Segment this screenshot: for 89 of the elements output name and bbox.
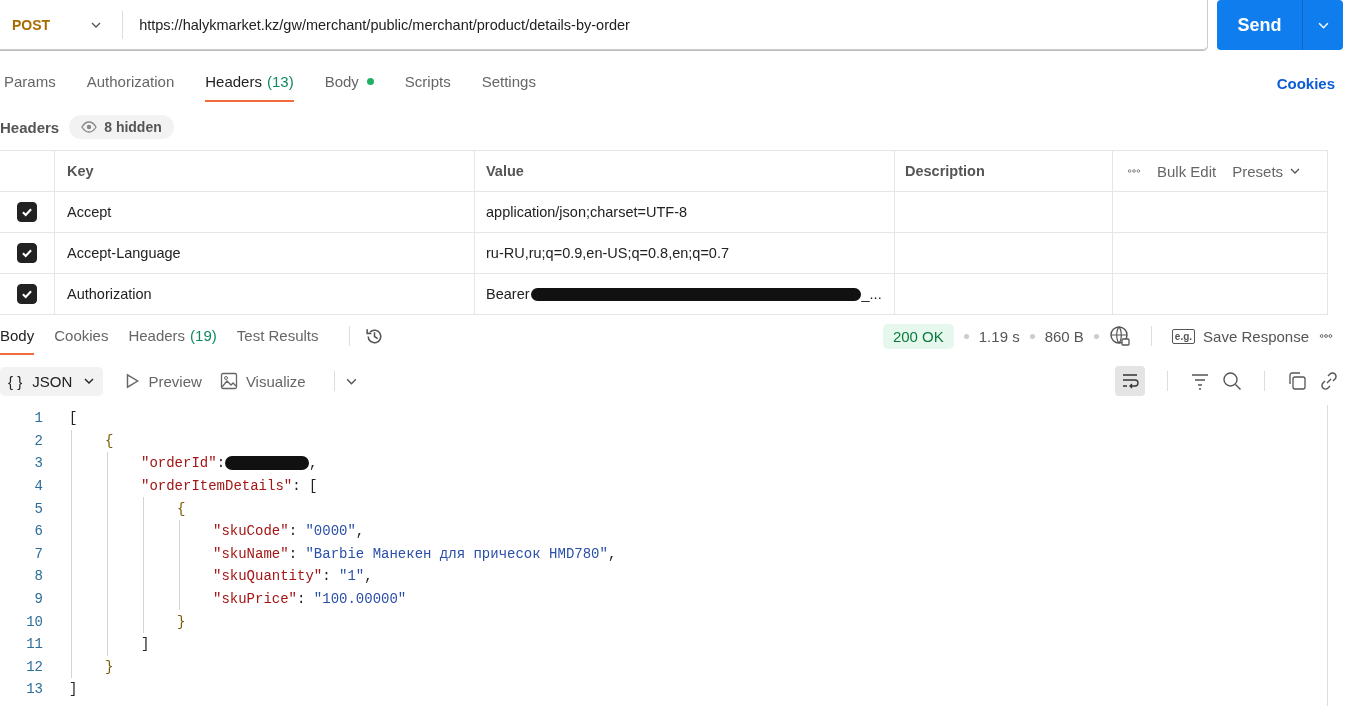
checkbox[interactable] [17, 202, 37, 222]
section-title: Headers [0, 118, 60, 136]
code-token: , [355, 523, 365, 540]
checkbox[interactable] [17, 284, 37, 304]
code-token: "skuName" [213, 545, 289, 562]
line-number: 4 [33, 478, 43, 495]
code-token: , [309, 455, 318, 472]
line-number: 9 [33, 591, 43, 608]
globe-lock-icon[interactable] [1108, 325, 1131, 347]
response-tab[interactable]: Cookies [54, 317, 109, 355]
line-number: 8 [33, 568, 43, 585]
code-token: "Barbie Манекен для причесок HMD780" [305, 545, 608, 562]
code-token: "0000" [305, 523, 356, 540]
line-number: 6 [33, 523, 43, 540]
status-badge: 200 OK [882, 323, 954, 349]
table-cell: Accept [67, 204, 112, 220]
code-token: "100.00000" [313, 591, 407, 608]
code-token: } [177, 613, 186, 630]
filter-icon[interactable] [1190, 371, 1210, 391]
code-token: : [322, 568, 332, 585]
more-icon[interactable] [1127, 168, 1141, 174]
code-token: ] [141, 636, 150, 653]
line-number: 5 [33, 500, 43, 517]
presets-dropdown[interactable]: Presets [1232, 162, 1302, 180]
code-token: : [288, 545, 299, 562]
table-cell: application/json;charset=UTF-8 [486, 204, 688, 220]
preview-button[interactable]: Preview [122, 372, 202, 390]
code-token: "skuCode" [213, 523, 289, 540]
code-token: : [297, 591, 307, 608]
request-tab[interactable]: Authorization [86, 64, 175, 102]
format-dropdown[interactable]: { } JSON [0, 366, 103, 396]
column-header: Description [905, 163, 985, 179]
table-cell: _... [861, 286, 882, 302]
code-token: [ [69, 410, 78, 427]
request-tab[interactable]: Scripts [404, 64, 451, 102]
hidden-headers-toggle[interactable]: 8 hidden [69, 115, 174, 139]
code-token: : [288, 523, 299, 540]
code-token: : [216, 455, 226, 472]
code-token: "orderItemDetails" [141, 478, 293, 495]
more-icon[interactable] [1319, 333, 1333, 339]
line-number: 1 [33, 410, 43, 427]
request-tab[interactable]: Body [324, 64, 374, 102]
response-tab[interactable]: Headers (19) [128, 317, 217, 355]
line-number: 2 [33, 432, 43, 449]
code-token: "skuPrice" [213, 591, 297, 608]
url-text: https://halykmarket.kz/gw/merchant/public/merchant/product/details-by-order [138, 16, 630, 33]
line-number: 7 [33, 545, 43, 562]
code-token: "orderId" [141, 455, 217, 472]
response-size: 860 B [1044, 327, 1084, 345]
column-header: Key [67, 163, 94, 179]
code-token: { [105, 432, 114, 449]
request-tab[interactable]: Params [4, 64, 56, 102]
response-tab[interactable]: Body [0, 317, 35, 355]
save-response-button[interactable]: e.g. Save Response [1171, 327, 1309, 345]
code-token: , [607, 545, 617, 562]
bulk-edit-button[interactable]: Bulk Edit [1157, 162, 1217, 180]
code-token: } [105, 658, 114, 675]
code-token: "skuQuantity" [213, 568, 323, 585]
url-field[interactable]: POST https://halykmarket.kz/gw/merchant/public/merchant/product/details-by-order [0, 0, 1208, 50]
cookies-link[interactable]: Cookies [1276, 74, 1335, 92]
wrap-lines-icon [1120, 371, 1140, 391]
column-header: Value [486, 163, 524, 179]
link-icon[interactable] [1319, 371, 1339, 391]
code-token: "1" [339, 568, 365, 585]
line-number: 10 [25, 613, 43, 630]
request-tab[interactable]: Headers (13) [205, 64, 294, 102]
checkbox[interactable] [17, 243, 37, 263]
code-token: ] [69, 681, 78, 698]
line-number: 12 [25, 658, 43, 675]
wrap-lines-button[interactable] [1115, 366, 1145, 396]
search-icon[interactable] [1222, 371, 1242, 391]
image-icon [219, 372, 238, 390]
eye-icon [81, 119, 98, 135]
table-cell: Bearer [486, 286, 530, 302]
code-token: { [177, 500, 186, 517]
request-tab[interactable]: Settings [481, 64, 536, 102]
table-cell: Accept-Language [67, 245, 181, 261]
response-time: 1.19 s [978, 327, 1020, 345]
visualize-button[interactable]: Visualize [219, 372, 306, 390]
line-number: 13 [25, 681, 43, 698]
code-token: , [364, 568, 373, 585]
copy-icon[interactable] [1287, 371, 1307, 391]
method-dropdown[interactable]: POST [0, 10, 124, 39]
code-token: : [ [292, 478, 318, 495]
line-number: 3 [33, 455, 43, 472]
line-number: 11 [25, 636, 43, 653]
table-cell: ru-RU,ru;q=0.9,en-US;q=0.8,en;q=0.7 [486, 245, 730, 261]
response-tab[interactable]: Test Results [236, 317, 319, 355]
table-cell: Authorization [67, 286, 152, 302]
